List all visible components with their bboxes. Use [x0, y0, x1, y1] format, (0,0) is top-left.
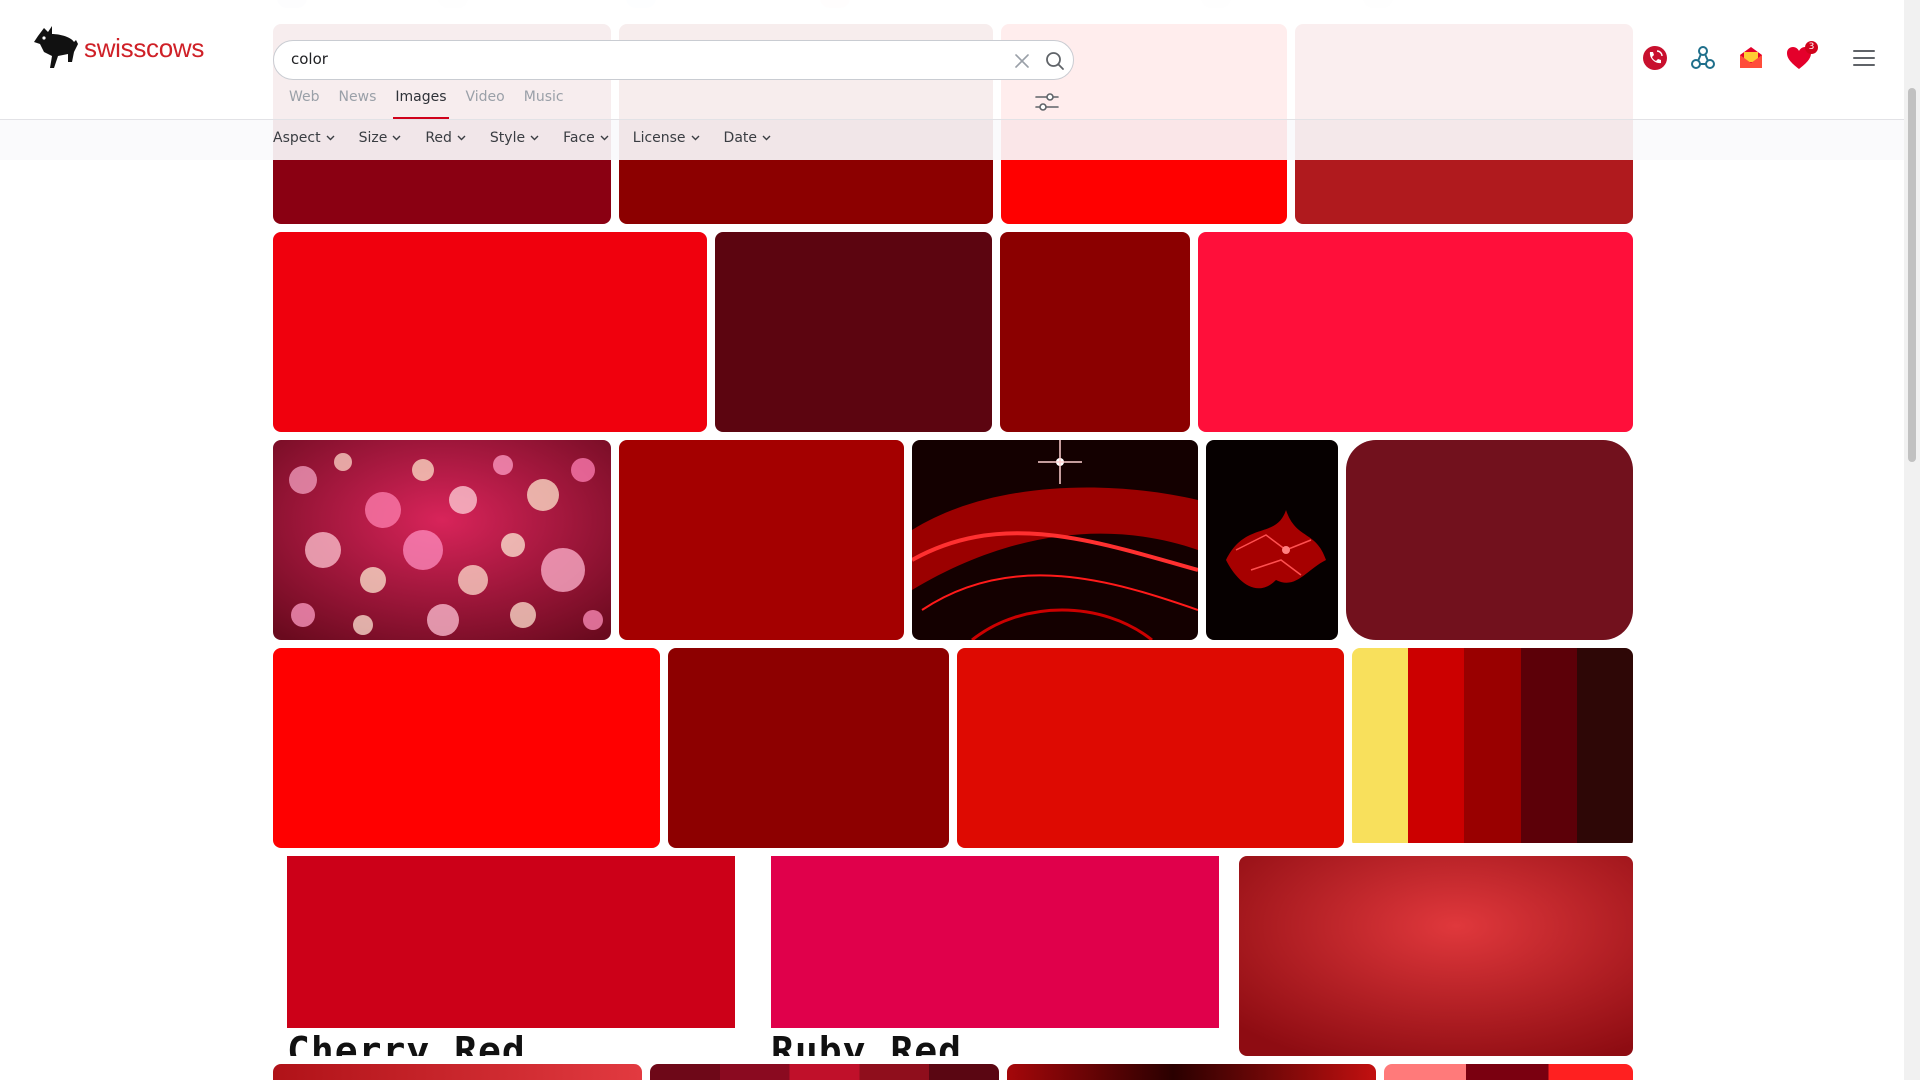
- image-tile[interactable]: [273, 440, 611, 640]
- image-dark-red-3: [1000, 232, 1190, 432]
- color-swatch-cherry-red: [287, 856, 735, 1028]
- chevron-down-icon: [530, 135, 539, 141]
- mail-icon[interactable]: [1736, 43, 1766, 73]
- image-tile[interactable]: [1239, 856, 1633, 1056]
- network-nodes-icon[interactable]: [1688, 43, 1718, 73]
- image-tile[interactable]: [273, 232, 707, 432]
- image-red-6: [1384, 1064, 1633, 1080]
- image-tile[interactable]: [1352, 648, 1633, 848]
- image-tile[interactable]: [1007, 1064, 1376, 1080]
- filter-label: Date: [723, 130, 758, 146]
- filter-style[interactable]: Style: [490, 130, 539, 146]
- filter-label: Size: [358, 130, 388, 146]
- image-red-4: [273, 1064, 642, 1080]
- image-palette-2: [650, 1064, 999, 1080]
- filter-aspect[interactable]: Aspect: [273, 130, 335, 146]
- brand-name: swisscows: [84, 32, 205, 63]
- image-red-3: [957, 648, 1344, 848]
- palette-swatch: [1520, 648, 1577, 843]
- palette-swatch: [1352, 648, 1409, 843]
- filter-color[interactable]: Red: [425, 130, 466, 146]
- filter-license[interactable]: License: [633, 130, 700, 146]
- image-red-swirl: [912, 440, 1198, 640]
- vpn-phone-icon[interactable]: [1640, 43, 1670, 73]
- favorites-count-badge: 3: [1805, 41, 1818, 54]
- cow-logo-icon: [34, 26, 78, 68]
- filter-face[interactable]: Face: [563, 130, 609, 146]
- scrollbar-thumb[interactable]: [1908, 88, 1916, 462]
- image-tile[interactable]: [273, 648, 660, 848]
- image-tile[interactable]: [1346, 440, 1633, 640]
- favorites-button[interactable]: 3: [1784, 41, 1818, 73]
- image-red-5: [1007, 1064, 1376, 1080]
- color-swatch-ruby-red: [771, 856, 1219, 1028]
- search-tabs: Web News Images Video Music: [289, 89, 583, 119]
- image-tile[interactable]: [1198, 232, 1633, 432]
- image-tile[interactable]: [1000, 232, 1190, 432]
- image-crimson-1: [1198, 232, 1633, 432]
- image-bright-red-2: [273, 648, 660, 848]
- chevron-down-icon: [392, 135, 401, 141]
- tab-music[interactable]: Music: [524, 89, 564, 105]
- filter-label: License: [632, 130, 686, 146]
- image-tile[interactable]: Cherry Red: [273, 856, 749, 1056]
- chevron-down-icon: [762, 135, 771, 141]
- search-icon[interactable]: [1044, 50, 1066, 72]
- search-input[interactable]: [291, 50, 971, 68]
- filter-label: Face: [563, 130, 595, 146]
- filter-label: Red: [425, 130, 452, 146]
- header-divider: [0, 119, 1904, 120]
- image-leather-red: [1239, 856, 1633, 1056]
- image-tile[interactable]: [1206, 440, 1338, 640]
- image-tile[interactable]: [650, 1064, 999, 1080]
- image-red-palette: [1352, 648, 1633, 848]
- image-tile[interactable]: [273, 1064, 642, 1080]
- image-dark-red-4: [619, 440, 904, 640]
- image-tile[interactable]: [715, 232, 992, 432]
- palette-swatch: [1464, 648, 1521, 843]
- clear-icon[interactable]: [1012, 51, 1032, 71]
- logo[interactable]: swisscows: [30, 22, 204, 74]
- filter-date[interactable]: Date: [724, 130, 771, 146]
- image-dark-red-5: [668, 648, 949, 848]
- hamburger-menu-icon[interactable]: [1852, 48, 1876, 68]
- image-tile[interactable]: Ruby Red: [757, 856, 1233, 1056]
- palette-swatch: [1408, 648, 1465, 843]
- palette-swatch: [1576, 648, 1633, 843]
- page-scrollbar[interactable]: [1904, 0, 1920, 1080]
- filter-size[interactable]: Size: [359, 130, 402, 146]
- chevron-down-icon: [691, 135, 700, 141]
- swatch-label: Ruby Red: [771, 1029, 963, 1056]
- chevron-down-icon: [326, 135, 335, 141]
- image-red-2: [273, 232, 707, 432]
- filter-label: Aspect: [273, 130, 321, 146]
- image-maroon-2: [1346, 440, 1633, 640]
- image-tile[interactable]: [668, 648, 949, 848]
- filter-settings-icon[interactable]: [1033, 90, 1061, 114]
- chevron-down-icon: [457, 135, 466, 141]
- image-filters: Aspect Size Red Style Face License Date: [273, 130, 795, 146]
- image-red-fractal: [1206, 440, 1338, 640]
- image-maroon-texture: [715, 232, 992, 432]
- tab-video[interactable]: Video: [466, 89, 505, 105]
- tab-news[interactable]: News: [339, 89, 377, 105]
- image-tile[interactable]: [957, 648, 1344, 848]
- image-bokeh: [273, 440, 611, 640]
- image-tile[interactable]: [1384, 1064, 1633, 1080]
- chevron-down-icon: [600, 135, 609, 141]
- header: swisscows Web News Images Video Music: [0, 0, 1904, 160]
- header-icons: 3: [1640, 41, 1832, 73]
- tab-images[interactable]: Images: [393, 89, 449, 119]
- filter-label: Style: [489, 130, 526, 146]
- tab-web[interactable]: Web: [289, 89, 320, 105]
- image-tile[interactable]: [912, 440, 1198, 640]
- image-tile[interactable]: [619, 440, 904, 640]
- swatch-label: Cherry Red: [287, 1029, 526, 1056]
- search-box: [273, 40, 1074, 80]
